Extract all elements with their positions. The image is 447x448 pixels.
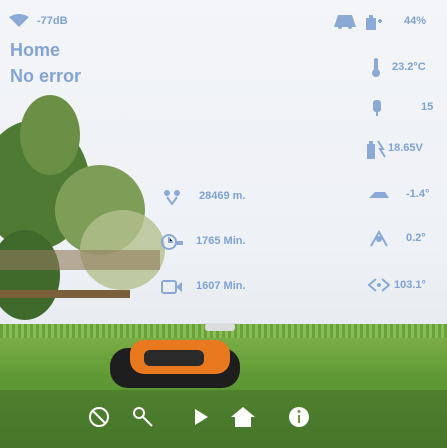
- mower-card: -77dB Home No error 44% 23.2°C 15 18.65V…: [0, 0, 447, 448]
- home-icon: [229, 405, 257, 434]
- play-icon: [188, 405, 212, 434]
- battery-percent: 44%: [404, 15, 427, 27]
- mow-icon: [131, 405, 155, 434]
- distance: 28469 m.: [199, 190, 246, 202]
- mow-button[interactable]: [126, 402, 160, 436]
- battery-charging-icon: [364, 12, 384, 35]
- zone-icon: [87, 405, 111, 434]
- blade-icon: [371, 100, 383, 121]
- wifi-icon: [8, 14, 30, 33]
- wifi-signal: -77dB: [37, 15, 68, 27]
- mower-image: [100, 318, 250, 398]
- work-time-icon: [161, 278, 183, 301]
- roll: 0.2°: [406, 232, 426, 244]
- info-button[interactable]: [282, 402, 316, 436]
- pitch-icon: [369, 187, 389, 205]
- mower-status-icon: [334, 13, 356, 34]
- play-button[interactable]: [183, 402, 217, 436]
- yaw-icon: [367, 278, 391, 297]
- home-button[interactable]: [226, 402, 260, 436]
- temperature: 23.2°C: [392, 61, 426, 73]
- pitch: -1.4°: [406, 188, 430, 200]
- distance-icon: [163, 189, 181, 210]
- voltage: 18.65V: [388, 142, 423, 154]
- blade-time-icon: [161, 233, 183, 256]
- blade-speed: 15: [421, 101, 434, 113]
- bottom-nav: [0, 390, 447, 448]
- work-time: 1607 Min.: [196, 280, 246, 292]
- thermometer-icon: [370, 58, 382, 83]
- zone-button[interactable]: [82, 402, 116, 436]
- error-status: No error: [10, 66, 82, 86]
- location: Home: [10, 40, 61, 60]
- yaw: 103.1°: [394, 279, 426, 291]
- voltage-icon: [365, 139, 387, 164]
- blade-time: 1765 Min.: [196, 235, 246, 247]
- info-icon: [287, 405, 311, 434]
- roll-icon: [369, 229, 389, 253]
